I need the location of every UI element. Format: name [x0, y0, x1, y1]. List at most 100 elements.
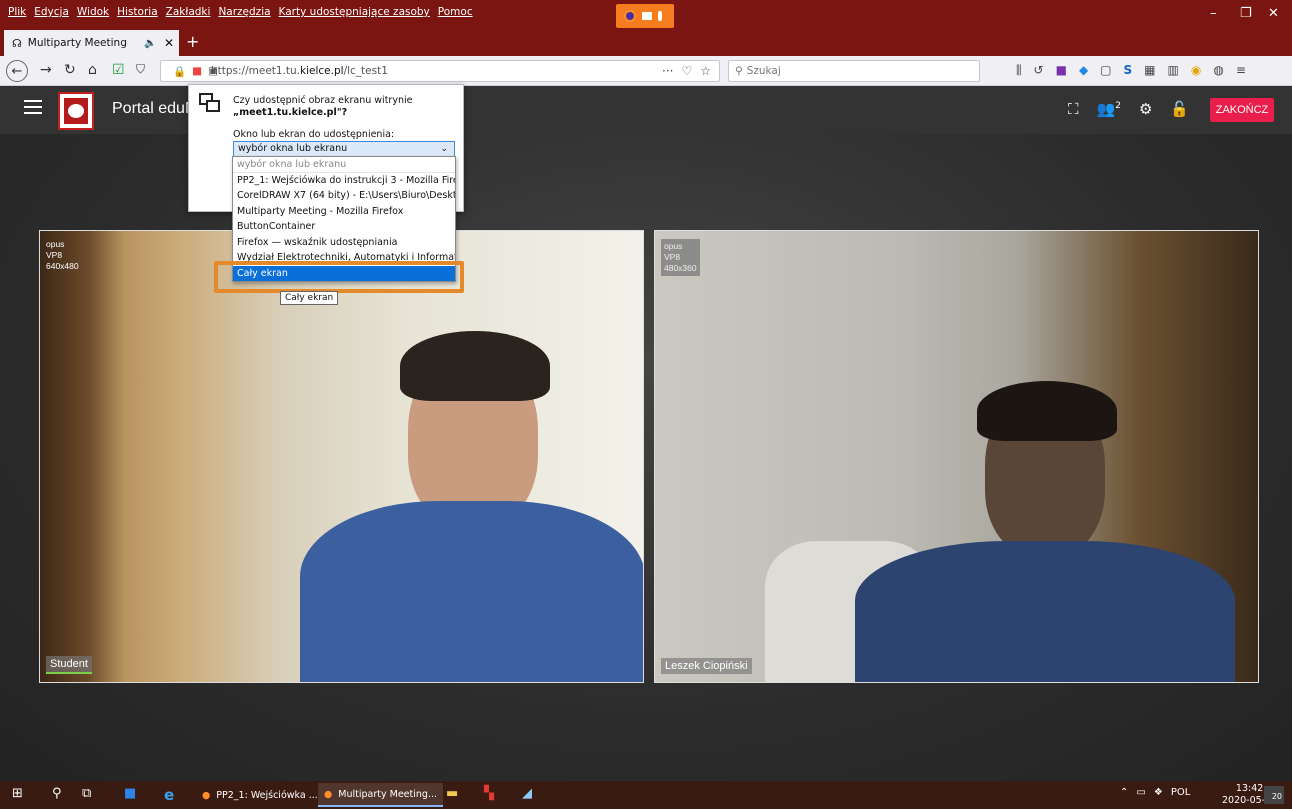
bookmark-star-icon[interactable]: ☆ — [700, 64, 711, 78]
peer-name-student[interactable]: Student — [46, 656, 92, 674]
url-actions: ··· ♡ ☆ — [662, 64, 711, 78]
forward-icon[interactable]: → — [40, 62, 52, 78]
window-select-label: Okno lub ekran do udostępnienia: — [233, 129, 395, 140]
option-tooltip: Cały ekran — [280, 291, 339, 305]
task-view-icon[interactable]: ⧉ — [82, 786, 100, 804]
peer-name-leszek[interactable]: Leszek Ciopiński — [661, 658, 752, 674]
menu-item-pomoc[interactable]: Pomoc — [438, 6, 473, 18]
windows-start-icon[interactable]: ⊞ — [12, 786, 30, 804]
menu-items: Plik Edycja Widok Historia Zakładki Narz… — [8, 6, 473, 18]
pen-app-icon[interactable]: ◢ — [522, 786, 540, 804]
option-pp2-firefox[interactable]: PP2_1: Wejściówka do instrukcji 3 - Mozi… — [233, 173, 455, 189]
university-logo — [58, 92, 94, 130]
firefox-icon: ● — [324, 788, 333, 800]
s-extension-icon[interactable]: S — [1124, 63, 1133, 78]
close-tab-icon[interactable]: ✕ — [164, 36, 174, 50]
home-icon[interactable]: ⌂ — [88, 62, 97, 78]
option-multiparty-firefox[interactable]: Multiparty Meeting - Mozilla Firefox — [233, 204, 455, 220]
taskbar-app-pp2-label: PP2_1: Wejściówka ... — [216, 789, 318, 801]
edge-icon[interactable]: e — [164, 786, 182, 804]
option-placeholder: wybór okna lub ekranu — [233, 157, 455, 173]
student-shirt — [300, 501, 643, 682]
leszek-shirt — [855, 541, 1235, 682]
sharing-indicator[interactable] — [616, 4, 674, 28]
spy-extension-icon[interactable]: ◉ — [1191, 63, 1201, 78]
option-buttoncontainer[interactable]: ButtonContainer — [233, 219, 455, 235]
menu-bar: Plik Edycja Widok Historia Zakładki Narz… — [0, 0, 1292, 28]
colorful-app-icon[interactable]: ▚ — [484, 786, 502, 804]
settings-gear-icon[interactable]: ⚙ — [1139, 100, 1152, 118]
menu-item-edycja[interactable]: Edycja — [34, 6, 69, 18]
participants-icon[interactable]: 👥2 — [1097, 100, 1121, 118]
url-prefix: https://meet1.tu. — [211, 65, 301, 77]
menu-item-narzedzia[interactable]: Narzędzia — [218, 6, 270, 18]
menu-icon[interactable]: ≡ — [1236, 63, 1246, 78]
taskbar-app-multiparty[interactable]: ● Multiparty Meeting... — [318, 783, 444, 807]
taskbar-app-multiparty-label: Multiparty Meeting... — [338, 788, 438, 800]
taskbar-search-icon[interactable]: ⚲ — [52, 786, 70, 804]
lock-room-icon[interactable]: 🔓 — [1170, 100, 1189, 118]
tab-bar: ☊ Multiparty Meeting 🔈 ✕ + — [0, 28, 1292, 56]
window-select[interactable]: wybór okna lub ekranu ⌄ — [233, 141, 455, 157]
outlook-icon[interactable]: ■ — [124, 786, 142, 804]
tray-chevron-up-icon[interactable]: ⌃ — [1120, 787, 1128, 798]
minimize-icon[interactable]: – — [1210, 6, 1217, 21]
camera-icon — [642, 12, 652, 20]
windows-taskbar: ⊞ ⚲ ⧉ ■ e ● PP2_1: Wejściówka ... ● Mult… — [0, 781, 1292, 809]
video-codec: VP8 — [664, 252, 681, 262]
speaker-icon[interactable]: 🔈 — [144, 38, 156, 49]
menu-item-widok[interactable]: Widok — [77, 6, 109, 18]
reload-icon[interactable]: ↻ — [64, 62, 76, 78]
onenote-icon[interactable]: ■ — [1056, 63, 1067, 78]
fullscreen-icon[interactable]: ⛶ — [1068, 100, 1079, 118]
tab-title: Multiparty Meeting — [27, 37, 127, 49]
window-select-value: wybór okna lub ekranu — [238, 143, 348, 154]
portal-title: Portal eduM — [112, 100, 199, 117]
back-icon[interactable]: ← — [6, 60, 28, 82]
menu-item-karty[interactable]: Karty udostępniające zasoby — [279, 6, 430, 18]
shield-icon[interactable]: ⛉ — [136, 62, 145, 77]
new-tab-icon[interactable]: + — [186, 32, 199, 51]
url-bar[interactable]: 🔒 ■ ▣ https://meet1.tu. kielce.pl/lc_test… — [160, 60, 720, 82]
screen-share-permission-icon[interactable]: ▣ — [208, 65, 218, 78]
app-toolbar: ⛶ 👥2 ⚙ 🔓 — [1068, 100, 1189, 118]
option-coreldraw[interactable]: CorelDRAW X7 (64 bity) - E:\Users\Biuro\… — [233, 188, 455, 204]
library-icon[interactable]: ⫼ — [1016, 63, 1022, 78]
close-window-icon[interactable]: ✕ — [1268, 6, 1279, 21]
dropbox-icon[interactable]: ❖ — [1154, 787, 1163, 798]
account-icon[interactable]: ◍ — [1213, 63, 1223, 78]
camera-permission-icon[interactable]: ■ — [192, 65, 202, 78]
share-question-text: Czy udostępnić obraz ekranu witrynie — [233, 95, 413, 106]
ublock-icon[interactable]: ◆ — [1079, 63, 1088, 78]
pocket-icon[interactable]: ♡ — [681, 64, 692, 78]
option-firefox-indicator[interactable]: Firefox — wskaźnik udostępniania — [233, 235, 455, 251]
search-bar[interactable]: ⚲ Szukaj — [728, 60, 980, 82]
lock-icon[interactable]: 🔒 — [173, 65, 186, 78]
network-icon[interactable]: ▭ — [1136, 787, 1145, 798]
taskbar-app-pp2[interactable]: ● PP2_1: Wejściówka ... — [196, 783, 324, 807]
video-resolution: 480x360 — [664, 263, 697, 273]
barcode-icon[interactable]: ▥ — [1168, 63, 1179, 78]
leszek-hair — [977, 381, 1117, 441]
restore-icon[interactable]: ❐ — [1240, 6, 1252, 21]
video-resolution: 640x480 — [46, 261, 79, 271]
notification-center-icon[interactable]: 20 — [1264, 786, 1284, 804]
reader-icon[interactable]: ▢ — [1100, 63, 1111, 78]
hamburger-menu-icon[interactable] — [24, 100, 42, 114]
end-call-button[interactable]: ZAKOŃCZ — [1210, 98, 1274, 122]
menu-item-historia[interactable]: Historia — [117, 6, 158, 18]
file-explorer-icon[interactable]: ▬ — [446, 786, 464, 804]
firefox-icon: ● — [202, 789, 211, 801]
student-hair — [400, 331, 550, 401]
language-indicator[interactable]: POL — [1171, 787, 1190, 798]
page-actions-icon[interactable]: ··· — [662, 64, 673, 78]
checkbox-extension-icon[interactable]: ☑ — [112, 62, 125, 78]
grid-extension-icon[interactable]: ▦ — [1144, 63, 1155, 78]
menu-item-plik[interactable]: Plik — [8, 6, 26, 18]
microphone-icon — [658, 11, 662, 21]
history-icon[interactable]: ↺ — [1034, 63, 1044, 78]
search-icon: ⚲ — [735, 65, 743, 77]
url-path: /lc_test1 — [343, 65, 388, 77]
tab-multiparty-meeting[interactable]: ☊ Multiparty Meeting 🔈 ✕ — [4, 30, 179, 56]
menu-item-zakladki[interactable]: Zakładki — [166, 6, 211, 18]
